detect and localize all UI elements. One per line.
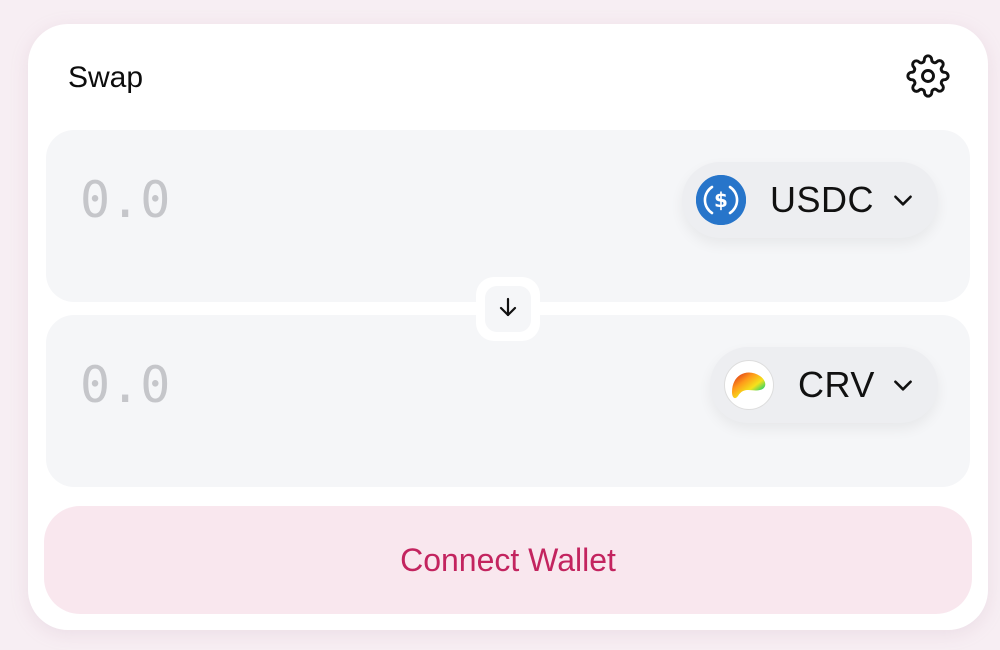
crv-logo-icon [724, 360, 774, 410]
page-title: Swap [68, 61, 144, 94]
switch-inner [485, 286, 531, 332]
usdc-logo-icon: $ [696, 175, 746, 225]
switch-tokens-button[interactable] [476, 277, 540, 341]
gear-icon [906, 53, 950, 103]
arrow-down-icon [496, 295, 520, 324]
swap-card: Swap $ USDC [28, 24, 988, 630]
chevron-down-icon [890, 372, 916, 398]
token-symbol: USDC [770, 179, 875, 220]
connect-wallet-button[interactable]: Connect Wallet [44, 506, 972, 614]
settings-button[interactable] [904, 53, 952, 103]
token-symbol: CRV [798, 364, 875, 405]
svg-text:$: $ [714, 188, 728, 212]
sell-token-select[interactable]: $ USDC [682, 162, 938, 238]
buy-amount-input[interactable] [80, 353, 500, 417]
sell-amount-input[interactable] [80, 168, 500, 232]
buy-token-select[interactable]: CRV [710, 347, 938, 423]
chevron-down-icon [890, 187, 916, 213]
